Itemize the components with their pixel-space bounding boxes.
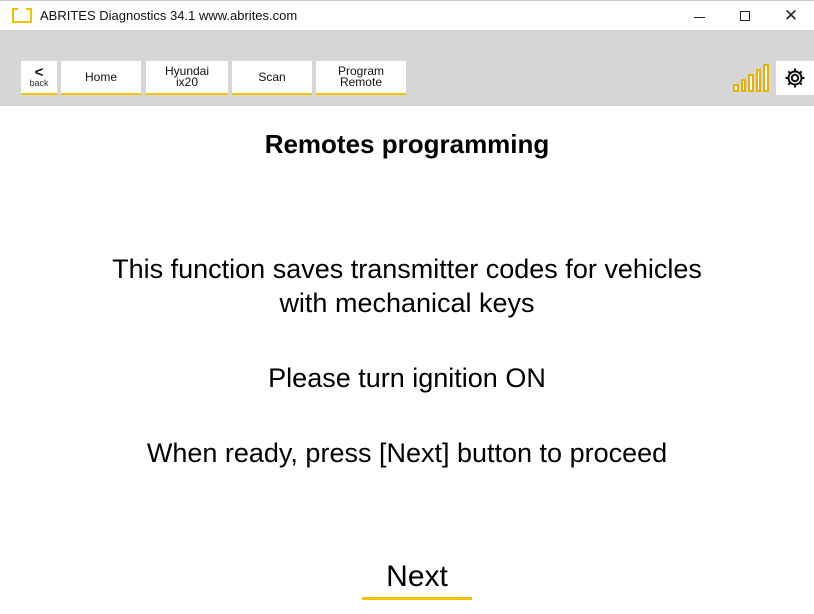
- toolbar-top-strip: [0, 30, 814, 50]
- next-button[interactable]: Next: [362, 560, 472, 600]
- maximize-button[interactable]: [722, 1, 768, 31]
- close-icon: ✕: [783, 6, 799, 25]
- function-description: This function saves transmitter codes fo…: [112, 254, 702, 318]
- breadcrumb-program-remote[interactable]: Program Remote: [316, 61, 406, 95]
- minimize-button[interactable]: [676, 1, 722, 31]
- breadcrumb-scan[interactable]: Scan: [232, 61, 312, 95]
- gear-icon: [785, 68, 805, 88]
- page-title: Remotes programming: [264, 129, 550, 159]
- window-title-bar: ABRITES Diagnostics 34.1 www.abrites.com…: [0, 0, 814, 30]
- back-button[interactable]: < back: [21, 61, 57, 95]
- settings-button[interactable]: [776, 61, 814, 95]
- ignition-instruction: Please turn ignition ON: [268, 363, 546, 393]
- proceed-instruction: When ready, press [Next] button to proce…: [146, 438, 668, 468]
- signal-strength-icon: [733, 64, 769, 92]
- back-label: back: [29, 77, 49, 88]
- close-button[interactable]: ✕: [768, 1, 814, 31]
- app-logo-icon: [12, 8, 32, 23]
- minimize-icon: [693, 16, 705, 18]
- breadcrumb-home[interactable]: Home: [61, 61, 141, 95]
- chevron-left-icon: <: [34, 63, 44, 81]
- maximize-icon: [740, 11, 750, 21]
- window-title: ABRITES Diagnostics 34.1 www.abrites.com: [40, 8, 298, 23]
- breadcrumb-vehicle[interactable]: Hyundai ix20: [146, 61, 228, 95]
